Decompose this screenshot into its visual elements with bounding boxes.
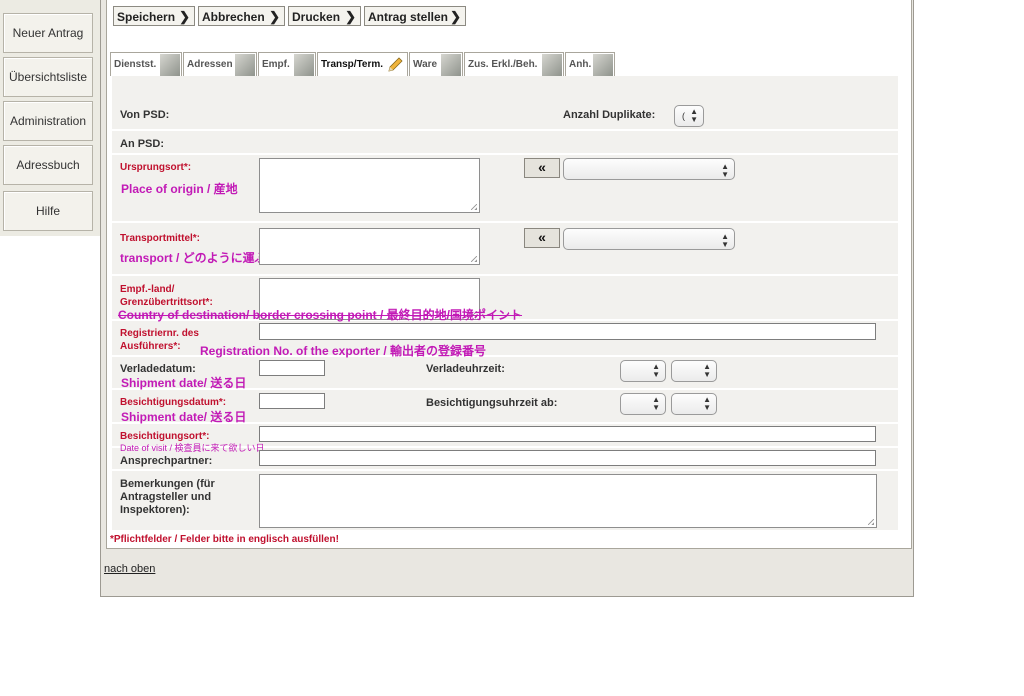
row-separator (112, 469, 898, 471)
ansprechpartner-input[interactable] (259, 450, 876, 466)
updown-arrow-icon: ▲ ▼ (703, 362, 711, 379)
tab-label: Ware (413, 59, 438, 70)
print-label: Drucken (292, 10, 341, 24)
submit-label: Antrag stellen (368, 10, 449, 24)
duplikate-select[interactable]: ( ▲ ▼ (674, 105, 704, 127)
registriernr-input[interactable] (259, 323, 876, 340)
tab-status-icon (441, 54, 461, 76)
tab-status-icon (235, 54, 255, 76)
tab-zus-erkl[interactable]: Zus. Erkl./Beh. (464, 52, 564, 76)
transportmittel-textarea[interactable] (259, 228, 480, 265)
von-psd-label: Von PSD: (120, 109, 170, 121)
transportmittel-select[interactable]: ▲ ▼ (563, 228, 735, 250)
bemerkungen-textarea[interactable] (259, 474, 877, 528)
transportmittel-annotation: transport / どのように運ぶか (120, 251, 279, 265)
registriernr-annotation: Registration No. of the exporter / 輸出者の登… (200, 344, 487, 358)
tab-empf[interactable]: Empf. (258, 52, 316, 76)
ursprungsort-label: Ursprungsort*: (120, 162, 192, 173)
tab-status-icon (593, 54, 613, 76)
tab-label: Zus. Erkl./Beh. (468, 59, 538, 70)
chevron-right-icon: ❯ (345, 9, 356, 24)
back-to-top-link[interactable]: nach oben (104, 563, 155, 575)
tab-label: Adressen (187, 59, 233, 70)
verladedatum-annotation: Shipment date/ 送る日 (121, 376, 247, 390)
nav-uebersichtsliste[interactable]: Übersichtsliste (3, 57, 93, 97)
transportmittel-label: Transportmittel*: (120, 233, 201, 244)
nav-adressbuch[interactable]: Adressbuch (3, 145, 93, 185)
verladeuhrzeit-label: Verladeuhrzeit: (426, 363, 505, 375)
tab-dienststelle[interactable]: Dienstst. (110, 52, 182, 76)
ansprechpartner-label: Ansprechpartner: (120, 455, 213, 467)
submit-application-button[interactable]: Antrag stellen ❯ (364, 6, 466, 26)
print-button[interactable]: Drucken ❯ (288, 6, 361, 26)
nav-hilfe[interactable]: Hilfe (3, 191, 93, 231)
ursprungsort-transfer-button[interactable]: « (524, 158, 560, 178)
chevron-right-icon: ❯ (450, 9, 461, 24)
besichtigungsuhrzeit-hour-select[interactable]: ▲ ▼ (620, 393, 666, 415)
duplikate-value: ( (682, 111, 685, 121)
verladeuhrzeit-hour-select[interactable]: ▲ ▼ (620, 360, 666, 382)
ursprungsort-select[interactable]: ▲ ▼ (563, 158, 735, 180)
transportmittel-transfer-button[interactable]: « (524, 228, 560, 248)
row-separator (112, 129, 898, 131)
updown-arrow-icon: ▲ ▼ (721, 232, 729, 249)
tab-status-icon (542, 54, 562, 76)
tab-label: Transp/Term. (321, 59, 384, 70)
pencil-icon (388, 57, 403, 72)
save-label: Speichern (117, 10, 176, 24)
tab-adressen[interactable]: Adressen (183, 52, 257, 76)
verladeuhrzeit-minute-select[interactable]: ▲ ▼ (671, 360, 717, 382)
tab-status-icon (294, 54, 314, 76)
required-fields-note: *Pflichtfelder / Felder bitte in englisc… (110, 534, 339, 545)
empfangsland-annotation: Country of destination/ border crossing … (118, 308, 523, 322)
updown-arrow-icon: ▲ ▼ (652, 362, 660, 379)
row-separator (112, 221, 898, 223)
updown-arrow-icon: ▲ ▼ (703, 395, 711, 412)
updown-arrow-icon: ▲ ▼ (690, 107, 698, 124)
row-separator (112, 153, 898, 155)
besichtigungsdatum-annotation: Shipment date/ 送る日 (121, 410, 247, 424)
tab-anh[interactable]: Anh. (565, 52, 615, 76)
ursprungsort-textarea[interactable] (259, 158, 480, 213)
nav-neuer-antrag[interactable]: Neuer Antrag (3, 13, 93, 53)
bemerkungen-label: Bemerkungen (für Antragsteller und Inspe… (120, 478, 215, 516)
besichtigungsuhrzeit-minute-select[interactable]: ▲ ▼ (671, 393, 717, 415)
cancel-button[interactable]: Abbrechen ❯ (198, 6, 285, 26)
verladedatum-input[interactable] (259, 360, 325, 376)
nav-administration[interactable]: Administration (3, 101, 93, 141)
updown-arrow-icon: ▲ ▼ (721, 162, 729, 179)
chevron-right-icon: ❯ (269, 9, 280, 24)
tab-status-icon (160, 54, 180, 76)
an-psd-label: An PSD: (120, 138, 164, 150)
besichtigungsort-input[interactable] (259, 426, 876, 442)
tab-label: Empf. (262, 59, 290, 70)
tab-label: Dienstst. (114, 59, 157, 70)
tab-ware[interactable]: Ware (409, 52, 463, 76)
besichtigungsort-annotation: Date of visit / 検査員に来て欲しい日 (120, 443, 265, 453)
tab-transp-term[interactable]: Transp/Term. (317, 52, 408, 76)
save-button[interactable]: Speichern ❯ (113, 6, 195, 26)
besichtigungsuhrzeit-label: Besichtigungsuhrzeit ab: (426, 397, 558, 409)
updown-arrow-icon: ▲ ▼ (652, 395, 660, 412)
row-separator (112, 274, 898, 276)
tab-label: Anh. (569, 59, 592, 70)
ursprungsort-annotation: Place of origin / 産地 (121, 182, 238, 196)
besichtigungsdatum-input[interactable] (259, 393, 325, 409)
chevron-right-icon: ❯ (179, 9, 190, 24)
duplikate-label: Anzahl Duplikate: (563, 109, 656, 121)
cancel-label: Abbrechen (202, 10, 265, 24)
